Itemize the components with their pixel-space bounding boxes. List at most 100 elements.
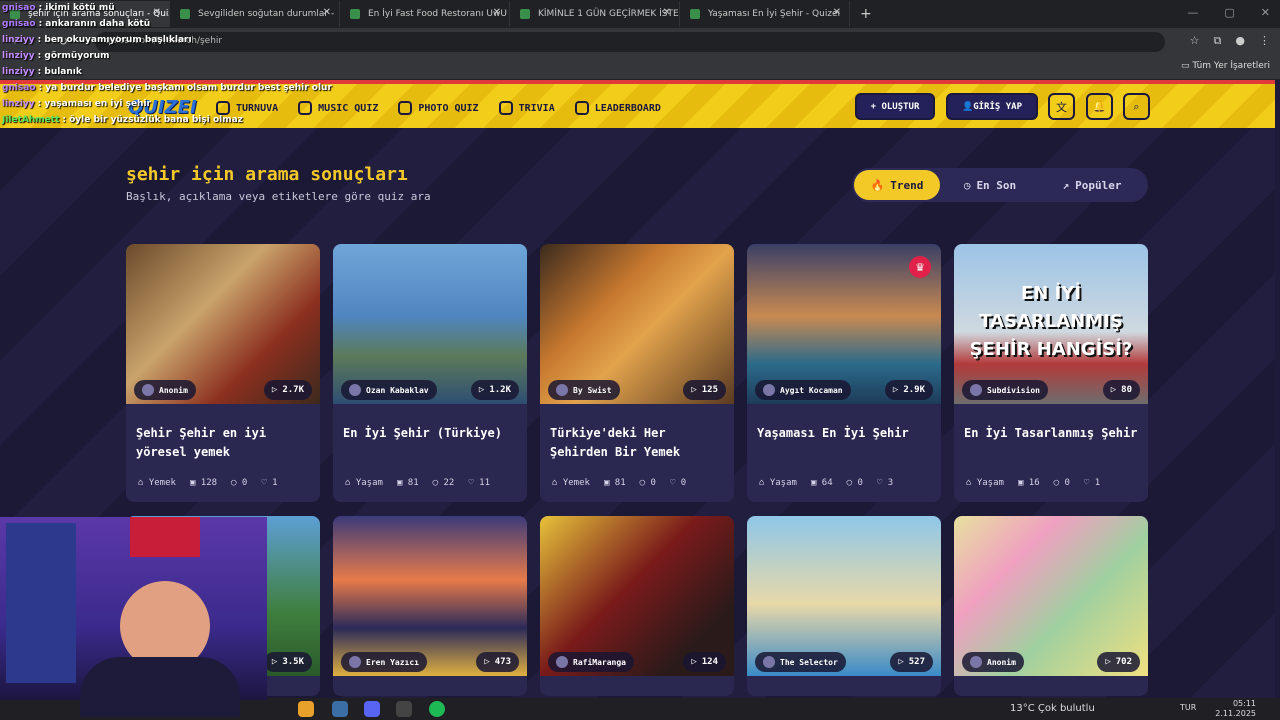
category-label: Yaşam	[976, 478, 1004, 488]
discord-icon[interactable]	[364, 701, 380, 717]
avatar	[970, 384, 982, 396]
quiz-title[interactable]: Türkiye'deki Her Şehirden Bir Yemek	[550, 424, 726, 462]
question-count: ▣ 16	[1018, 478, 1040, 488]
translate-icon[interactable]: 文	[1048, 93, 1075, 120]
quiz-card[interactable]: By Swist ▷ 125 Türkiye'deki Her Şehirden Bi…	[540, 244, 734, 502]
sort-popular[interactable]: ↗ Popüler	[1040, 170, 1144, 200]
quiz-card[interactable]: Eren Yazıcı ▷ 473	[333, 516, 527, 696]
sort-trend[interactable]: 🔥 Trend	[854, 170, 940, 200]
login-button[interactable]: 👤 GİRİŞ YAP	[946, 93, 1038, 120]
category[interactable]: ⌂ Yemek	[138, 478, 176, 488]
extensions-icon[interactable]: ⧉	[1214, 34, 1222, 48]
like-count-value: 3	[887, 478, 894, 488]
lang-indicator[interactable]: TUR	[1180, 703, 1196, 712]
new-tab-button[interactable]: +	[860, 6, 872, 22]
chrome-icon[interactable]	[298, 701, 314, 717]
create-button[interactable]: + OLUŞTUR	[855, 93, 935, 120]
nav-music-quiz[interactable]: MUSIC QUIZ	[298, 101, 378, 115]
author-name: By Swist	[573, 385, 612, 395]
close-icon[interactable]: ✕	[323, 7, 331, 18]
question-count: ▣ 81	[397, 478, 419, 488]
comment-count-value: 0	[650, 478, 656, 488]
stream-chat-overlay: gnisao: ikimi kötü mü gnisao: ankaranın d…	[2, 0, 332, 128]
author-chip[interactable]: By Swist	[548, 380, 620, 400]
like-count[interactable]: ♡ 1	[1084, 478, 1100, 488]
category[interactable]: ⌂ Yaşam	[345, 478, 383, 488]
nav-photo-quiz[interactable]: PHOTO QUIZ	[398, 101, 479, 115]
minimize-icon[interactable]: —	[1187, 6, 1198, 19]
category[interactable]: ⌂ Yemek	[552, 478, 590, 488]
bell-icon[interactable]: 🔔	[1086, 93, 1113, 120]
browser-tab[interactable]: Yaşaması En İyi Şehir - Quizei ✕	[680, 1, 850, 27]
quiz-card[interactable]: Ozan Kabaklav ▷ 1.2K En İyi Şehir (Türkiye)…	[333, 244, 527, 502]
steam-icon[interactable]	[332, 701, 348, 717]
play-count: 1.2K	[489, 385, 511, 395]
browser-tab[interactable]: KİMİNLE 1 GÜN GEÇİRMEK İSTE ✕	[510, 1, 680, 27]
maximize-icon[interactable]: ▢	[1224, 6, 1234, 19]
author-chip[interactable]: Anonim	[134, 380, 196, 400]
like-count[interactable]: ♡ 11	[468, 478, 490, 488]
clock[interactable]: 05:11 2.11.2025	[1215, 699, 1256, 719]
quiz-title[interactable]: Şehir Şehir en iyi yöresel yemek	[136, 424, 312, 462]
quiz-thumbnail: Eren Yazıcı ▷ 473	[333, 516, 527, 676]
author-name: The Selector	[780, 657, 838, 667]
like-count-value: 1	[1094, 478, 1101, 488]
avatar	[763, 656, 775, 668]
like-count-value: 1	[272, 478, 278, 488]
category[interactable]: ⌂ Yaşam	[759, 478, 797, 488]
sort-recent[interactable]: ◷ En Son	[940, 170, 1040, 200]
chat-username: linziyy	[2, 67, 35, 77]
close-icon[interactable]: ✕	[833, 7, 841, 18]
browser-tab[interactable]: En İyi Fast Food Restoranı UwU ✕	[340, 1, 510, 27]
play-count: 124	[701, 657, 718, 667]
search-icon[interactable]: ⌕	[1123, 93, 1150, 120]
author-chip[interactable]: Anonim	[962, 652, 1024, 672]
menu-icon[interactable]: ⋮	[1259, 34, 1270, 48]
avatar	[556, 656, 568, 668]
author-chip[interactable]: Subdivision	[962, 380, 1048, 400]
author-chip[interactable]: Aygıt Kocaman	[755, 380, 851, 400]
tab-title: Yaşaması En İyi Şehir - Quizei	[708, 9, 841, 19]
quiz-card[interactable]: EN İYİ TASARLANMIŞ ŞEHİR HANGİSİ? Subdivisi…	[954, 244, 1148, 502]
comment-icon: ◯	[231, 478, 237, 488]
nav-trivia[interactable]: TRIVIA	[498, 101, 555, 115]
quiz-grid: Anonim ▷ 2.7K Şehir Şehir en iyi yöresel ye…	[126, 244, 1148, 696]
quiz-card[interactable]: The Selector ▷ 527	[747, 516, 941, 696]
play-count-chip: ▷ 3.5K	[263, 652, 312, 672]
quiz-card[interactable]: ♛ Aygıt Kocaman ▷ 2.9K Yaşaması En İyi Şehir…	[747, 244, 941, 502]
quiz-card[interactable]: RafiMaranga ▷ 124	[540, 516, 734, 696]
like-count[interactable]: ♡ 0	[670, 478, 686, 488]
profile-icon[interactable]: ●	[1235, 34, 1245, 48]
comment-count: ◯ 0	[1054, 478, 1070, 488]
quiz-title[interactable]: En İyi Tasarlanmış Şehir	[964, 424, 1140, 443]
quiz-title[interactable]: En İyi Şehir (Türkiye)	[343, 424, 519, 443]
clock-date: 2.11.2025	[1215, 709, 1256, 718]
quiz-card[interactable]: Anonim ▷ 2.7K Şehir Şehir en iyi yöresel ye…	[126, 244, 320, 502]
all-bookmarks[interactable]: ▭ Tüm Yer İşaretleri	[1181, 61, 1270, 71]
category-label: Yaşam	[769, 478, 797, 488]
nav-leaderboard[interactable]: LEADERBOARD	[574, 101, 661, 115]
author-chip[interactable]: Eren Yazıcı	[341, 652, 427, 672]
close-icon[interactable]: ✕	[663, 7, 671, 18]
sort-popular-label: Popüler	[1075, 178, 1122, 192]
weather-widget[interactable]: 13°C Çok bulutlu	[1010, 703, 1095, 714]
quiz-card[interactable]: Anonim ▷ 702	[954, 516, 1148, 696]
like-count[interactable]: ♡ 1	[261, 478, 277, 488]
chat-text: ikimi kötü mü	[45, 3, 115, 13]
image-icon: ▣	[396, 478, 403, 488]
like-count[interactable]: ♡ 3	[877, 478, 893, 488]
author-chip[interactable]: The Selector	[755, 652, 846, 672]
comment-count: ◯ 0	[847, 478, 863, 488]
category[interactable]: ⌂ Yaşam	[966, 478, 1004, 488]
spotify-icon[interactable]	[429, 701, 445, 717]
close-icon[interactable]: ✕	[493, 7, 501, 18]
obs-icon[interactable]	[396, 701, 412, 717]
star-icon[interactable]: ☆	[1190, 34, 1200, 48]
close-window-icon[interactable]: ✕	[1261, 6, 1270, 19]
window-controls: — ▢ ✕	[1187, 6, 1270, 19]
author-chip[interactable]: Ozan Kabaklav	[341, 380, 437, 400]
chat-text: bulanık	[44, 67, 82, 77]
nav-label: LEADERBOARD	[594, 102, 661, 114]
quiz-title[interactable]: Yaşaması En İyi Şehir	[757, 424, 933, 443]
author-chip[interactable]: RafiMaranga	[548, 652, 634, 672]
